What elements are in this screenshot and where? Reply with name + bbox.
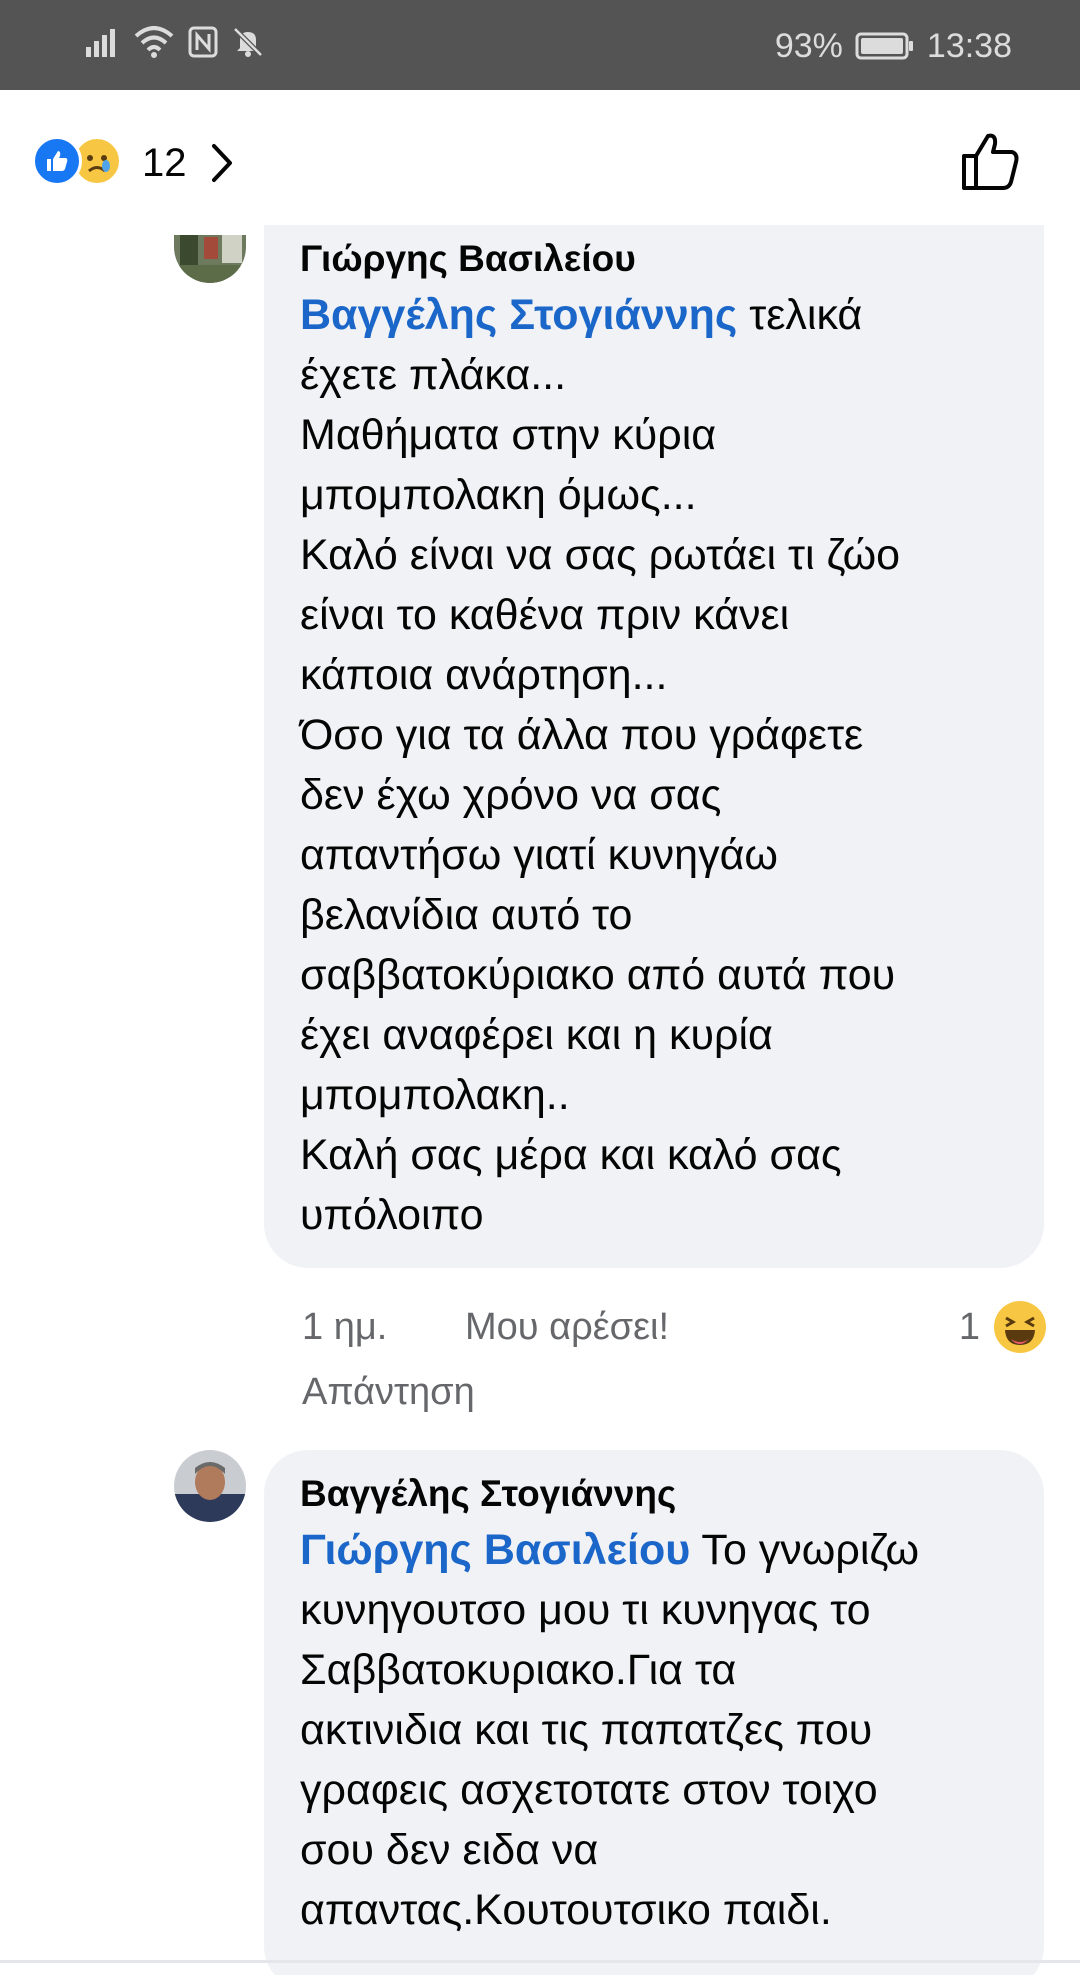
like-button-icon[interactable]	[960, 130, 1022, 192]
comment-reaction-count[interactable]: 1	[959, 1301, 980, 1353]
comment-body: Το γνωριζω κυνηγουτσο μου τι κυνηγας το …	[300, 1526, 920, 1934]
comment-author[interactable]: Γιώργης Βασιλείου	[300, 233, 1004, 285]
like-icon	[32, 136, 82, 186]
comment-author[interactable]: Βαγγέλης Στογιάννης	[300, 1468, 1004, 1520]
battery-icon	[855, 32, 913, 60]
status-bar: 93% 13:38	[0, 0, 1080, 90]
wifi-icon	[134, 26, 174, 58]
reaction-count[interactable]: 12	[142, 140, 187, 186]
avatar[interactable]	[174, 235, 246, 283]
signal-icon	[86, 29, 115, 57]
reply-button[interactable]: Απάντηση	[302, 1366, 475, 1418]
reaction-summary-bar: 12	[0, 90, 1080, 235]
battery-percent: 93%	[774, 27, 843, 65]
nfc-icon	[188, 26, 218, 58]
status-icons-left	[86, 26, 264, 58]
comment-bubble: Γιώργης Βασιλείου Βαγγέλης Στογιάννης τε…	[264, 225, 1044, 1268]
mention-link[interactable]: Βαγγέλης Στογιάννης	[300, 291, 737, 339]
divider	[0, 1960, 1080, 1963]
like-button[interactable]: Μου αρέσει!	[465, 1301, 669, 1353]
comment-body: τελικά έχετε πλάκα... Μαθήματα στην κύρι…	[300, 291, 901, 1239]
comment-bubble: Βαγγέλης Στογιάννης Γιώργης Βασιλείου Το…	[264, 1450, 1044, 1975]
chevron-right-icon[interactable]	[210, 142, 236, 184]
mute-icon	[233, 27, 263, 57]
clock: 13:38	[926, 27, 1012, 65]
comment-text: Γιώργης Βασιλείου Το γνωριζω κυνηγουτσο …	[300, 1520, 1004, 1940]
comment-text: Βαγγέλης Στογιάννης τελικά έχετε πλάκα..…	[300, 285, 1004, 1245]
avatar[interactable]	[174, 1450, 246, 1522]
reaction-icons[interactable]	[32, 136, 122, 186]
comment-time[interactable]: 1 ημ.	[302, 1301, 387, 1353]
haha-icon	[994, 1301, 1046, 1353]
mention-link[interactable]: Γιώργης Βασιλείου	[300, 1526, 690, 1574]
status-info-right: 93% 13:38	[775, 26, 1012, 66]
